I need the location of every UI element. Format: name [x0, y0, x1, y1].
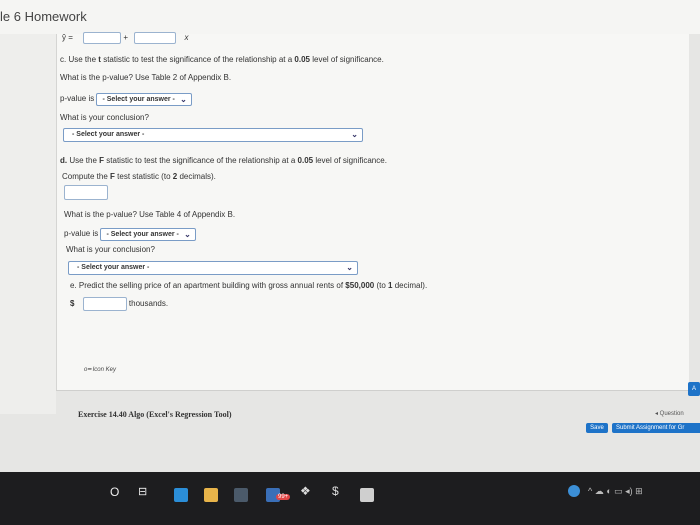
unit-label: thousands.: [128, 299, 169, 309]
system-tray-icons[interactable]: ^ ☁ ◐ ▭ ◂) ⊞: [588, 486, 643, 497]
equation-lhs: ŷ =: [62, 33, 73, 43]
search-icon[interactable]: O: [110, 485, 119, 499]
dropbox-icon[interactable]: ❖: [300, 484, 311, 498]
chevron-down-icon: ⌄: [351, 130, 358, 139]
part-d-prompt: d. Use the F statistic to test the signi…: [60, 156, 387, 165]
currency-label: $: [70, 299, 75, 309]
chevron-down-icon: ⌄: [180, 95, 187, 104]
intercept-input[interactable]: [83, 32, 122, 44]
f-statistic-input[interactable]: [64, 185, 108, 200]
edge-browser-icon[interactable]: [174, 488, 188, 502]
selling-price-input[interactable]: [82, 297, 127, 311]
equation-plus: +: [123, 33, 129, 43]
dollar-app-icon[interactable]: $: [332, 484, 339, 498]
part-e-prompt: e. Predict the selling price of an apart…: [70, 281, 428, 290]
part-c-prompt: c. Use the t statistic to test the signi…: [60, 55, 384, 64]
part-d-pvalue-row: p-value is - Select your answer - ⌄: [64, 228, 196, 241]
left-rail: [0, 34, 56, 414]
chevron-down-icon: ⌄: [346, 263, 353, 272]
submit-assignment-button[interactable]: Submit Assignment for Gr: [612, 423, 700, 433]
file-explorer-icon[interactable]: [204, 488, 218, 502]
task-view-icon[interactable]: ⊟: [138, 485, 147, 498]
app-header: le 6 Homework: [0, 0, 700, 34]
question-nav[interactable]: ◂ Question: [655, 410, 684, 417]
part-c-pvalue-question: What is the p-value? Use Table 2 of Appe…: [60, 73, 232, 82]
part-d-pvalue-select[interactable]: - Select your answer - ⌄: [100, 228, 196, 241]
regression-equation: ŷ = + x: [62, 32, 189, 44]
equation-x: x: [184, 33, 189, 43]
part-c-conclusion-select[interactable]: - Select your answer - ⌄: [63, 128, 363, 142]
save-button[interactable]: Save: [586, 423, 608, 433]
part-c-pvalue-select[interactable]: - Select your answer - ⌄: [96, 93, 192, 106]
chevron-down-icon: ⌄: [184, 230, 191, 239]
panel-divider: [56, 390, 688, 391]
app-icon[interactable]: [360, 488, 374, 502]
pvalue-label: p-value is: [60, 94, 95, 103]
page-title: le 6 Homework: [0, 9, 87, 24]
os-taskbar: [0, 472, 700, 525]
side-tab[interactable]: A: [688, 382, 700, 396]
pvalue-label: p-value is: [64, 229, 99, 238]
slope-input[interactable]: [134, 32, 177, 44]
part-d-compute-prompt: Compute the F test statistic (to 2 decim…: [62, 172, 216, 181]
account-icon[interactable]: [568, 485, 580, 497]
part-c-conclusion-question: What is your conclusion?: [60, 113, 149, 122]
part-d-pvalue-question: What is the p-value? Use Table 4 of Appe…: [64, 210, 236, 219]
exercise-title: Exercise 14.40 Algo (Excel's Regression …: [78, 410, 232, 419]
key-icon: o━: [84, 367, 91, 373]
store-icon[interactable]: [234, 488, 248, 502]
part-d-conclusion-question: What is your conclusion?: [66, 245, 155, 254]
icon-key-link[interactable]: o━ Icon Key: [84, 366, 116, 373]
mail-badge: 99+: [276, 494, 291, 500]
part-d-conclusion-select[interactable]: - Select your answer - ⌄: [68, 261, 358, 275]
part-e-answer-row: $ thousands.: [70, 297, 168, 311]
part-c-pvalue-row: p-value is - Select your answer - ⌄: [60, 93, 192, 106]
